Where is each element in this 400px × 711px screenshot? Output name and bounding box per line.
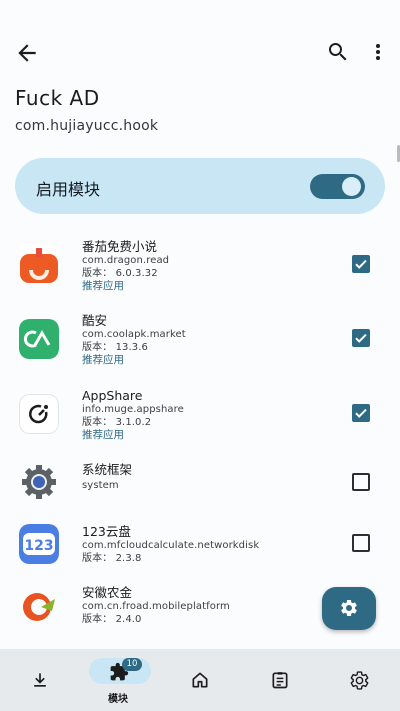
- app-checkbox[interactable]: [352, 404, 370, 422]
- app-name: 系统框架: [82, 462, 133, 477]
- app-version: 版本： 13.3.6: [82, 341, 148, 353]
- app-package: com.dragon.read: [82, 255, 170, 266]
- app-name: 安徽农金: [82, 585, 133, 600]
- recommended-tag: 推荐应用: [82, 429, 124, 441]
- fanqie-novel-icon: [19, 244, 59, 284]
- more-vert-icon[interactable]: [368, 40, 388, 64]
- nav-settings[interactable]: [330, 649, 390, 711]
- page-title: Fuck AD: [15, 86, 100, 110]
- nav-download[interactable]: [10, 649, 70, 711]
- log-icon: [272, 672, 288, 689]
- enable-module-card[interactable]: 启用模块: [15, 158, 385, 214]
- settings-fab[interactable]: [322, 587, 376, 630]
- app-version: 版本： 2.4.0: [82, 613, 142, 625]
- app-info: 123云盘 com.mfcloudcalculate.networkdisk 版…: [82, 524, 259, 565]
- app-info: 系统框架 system: [82, 462, 132, 493]
- app-checkbox[interactable]: [352, 473, 370, 491]
- search-icon[interactable]: [326, 40, 350, 64]
- arrow-back-icon[interactable]: [14, 40, 40, 66]
- app-version: 版本： 2.3.8: [82, 552, 142, 564]
- app-info: 番茄免费小说 com.dragon.read 版本： 6.0.3.32 推荐应用: [82, 239, 169, 293]
- app-checkbox[interactable]: [352, 329, 370, 347]
- app-version: 版本： 3.1.0.2: [82, 416, 152, 428]
- system-framework-gear-icon: [19, 462, 59, 502]
- coolapk-icon: [19, 319, 59, 359]
- app-info: AppShare info.muge.appshare 版本： 3.1.0.2 …: [82, 388, 184, 442]
- modules-count-badge: 10: [122, 658, 142, 671]
- app-name: 123云盘: [82, 524, 131, 539]
- app-package: info.muge.appshare: [82, 404, 184, 415]
- app-checkbox[interactable]: [352, 255, 370, 273]
- app-package: com.mfcloudcalculate.networkdisk: [82, 540, 260, 551]
- list-item[interactable]: 酷安 com.coolapk.market 版本： 13.3.6 推荐应用: [0, 313, 400, 383]
- app-name: AppShare: [82, 388, 143, 403]
- app-name: 番茄免费小说: [82, 239, 158, 254]
- switch-knob: [342, 177, 361, 196]
- anhui-rural-finance-icon: [19, 587, 59, 627]
- app-package: system: [82, 480, 119, 491]
- enable-module-label: 启用模块: [36, 180, 101, 199]
- app-package: com.cn.froad.mobileplatform: [82, 601, 230, 612]
- nav-logs[interactable]: [250, 649, 310, 711]
- app-info: 安徽农金 com.cn.froad.mobileplatform 版本： 2.4…: [82, 585, 230, 626]
- recommended-tag: 推荐应用: [82, 354, 124, 366]
- settings-icon: [350, 671, 369, 690]
- enable-module-switch[interactable]: [310, 174, 365, 199]
- settings-icon: [341, 600, 357, 616]
- list-item[interactable]: 123 123云盘 com.mfcloudcalculate.networkdi…: [0, 524, 400, 594]
- download-icon: [34, 673, 46, 687]
- recommended-tag: 推荐应用: [82, 280, 124, 292]
- list-item[interactable]: AppShare info.muge.appshare 版本： 3.1.0.2 …: [0, 388, 400, 458]
- home-icon: [192, 672, 208, 688]
- app-name: 酷安: [82, 313, 108, 328]
- svg-text:123: 123: [24, 538, 53, 554]
- nav-modules-label: 模块: [108, 694, 128, 705]
- app-package: com.coolapk.market: [82, 329, 186, 340]
- bottom-navigation: 10 模块: [0, 649, 400, 711]
- list-item[interactable]: 系统框架 system: [0, 462, 400, 532]
- package-subtitle: com.hujiayucc.hook: [15, 118, 159, 134]
- nav-home[interactable]: [170, 649, 230, 711]
- app-info: 酷安 com.coolapk.market 版本： 13.3.6 推荐应用: [82, 313, 186, 367]
- list-item[interactable]: 番茄免费小说 com.dragon.read 版本： 6.0.3.32 推荐应用: [0, 239, 400, 309]
- appshare-icon: [19, 394, 59, 434]
- app-checkbox[interactable]: [352, 534, 370, 552]
- app-version: 版本： 6.0.3.32: [82, 267, 158, 279]
- 123pan-icon: 123: [19, 524, 59, 564]
